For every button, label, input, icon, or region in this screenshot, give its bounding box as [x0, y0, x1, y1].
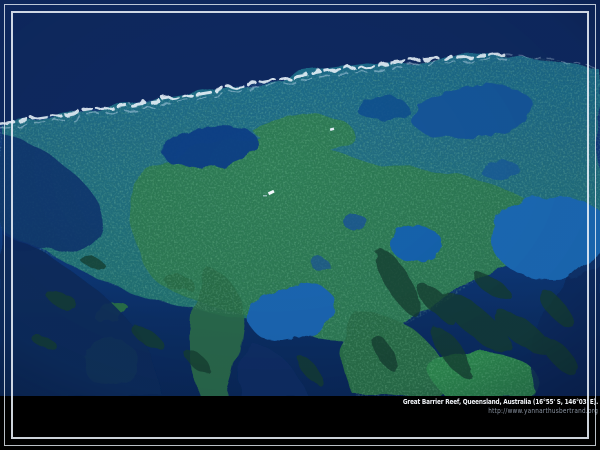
caption: Great Barrier Reef, Queensland, Australi…	[403, 398, 598, 415]
caption-location: Great Barrier Reef, Queensland, Australi…	[403, 398, 598, 407]
caption-credit-url: http://www.yannarthusbertrand.org	[403, 407, 598, 415]
reef-photo-canvas	[0, 0, 600, 397]
wallpaper: Great Barrier Reef, Queensland, Australi…	[0, 0, 600, 450]
reef-photo	[0, 0, 600, 397]
vignette	[0, 0, 600, 397]
caption-bar: Great Barrier Reef, Queensland, Australi…	[0, 396, 600, 450]
